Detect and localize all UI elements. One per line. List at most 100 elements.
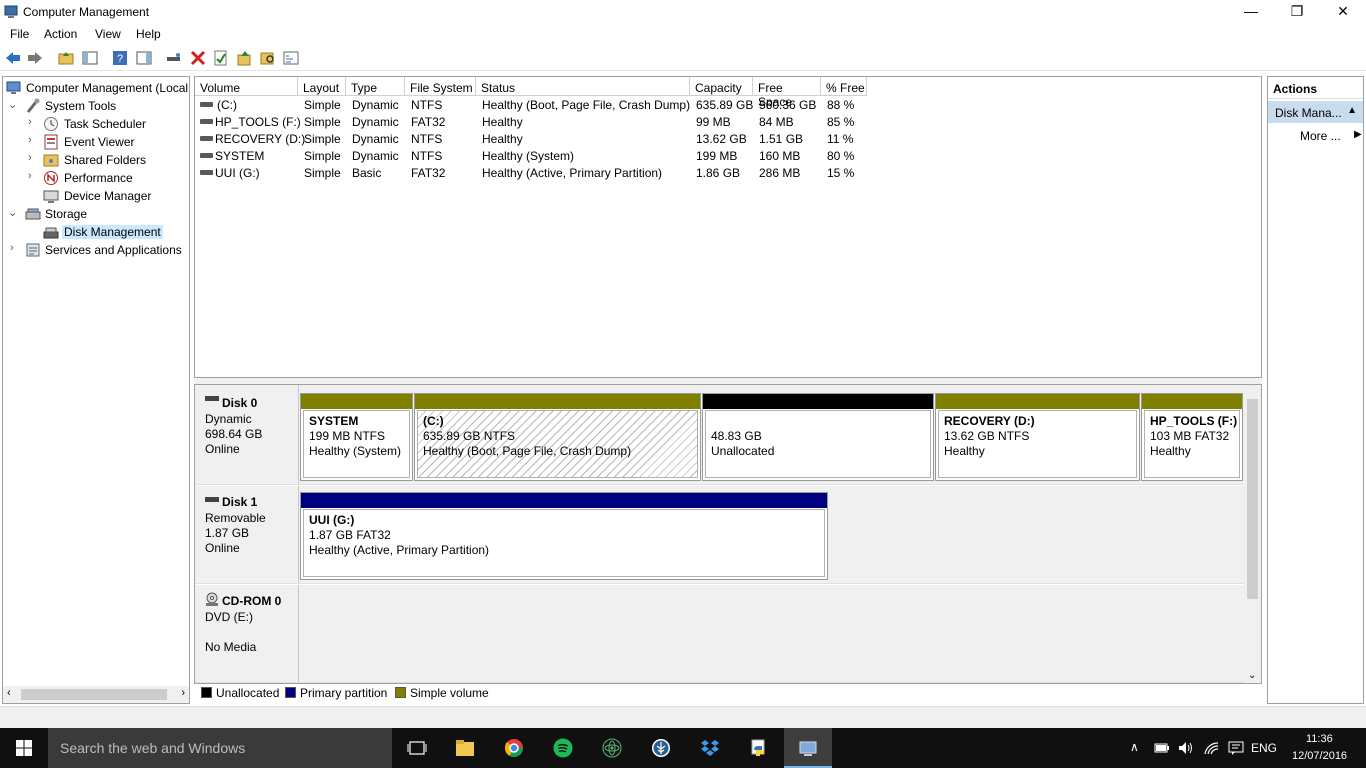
taskbar-chrome[interactable]	[490, 728, 538, 768]
cell-volume: HP_TOOLS (F:)	[215, 115, 301, 129]
menu-action[interactable]: Action	[44, 27, 77, 41]
actions-section-disk-management[interactable]: Disk Mana... ▲	[1268, 101, 1363, 123]
tree-horizontal-scrollbar[interactable]: ‹ ›	[3, 686, 189, 703]
message-icon[interactable]	[1228, 741, 1244, 755]
partition-name: SYSTEM	[309, 414, 359, 428]
tree-item-system-tools[interactable]: ⌄ System Tools	[3, 97, 189, 115]
column-header-file-system[interactable]: File System	[405, 77, 476, 96]
taskbar-dropbox[interactable]	[686, 728, 734, 768]
properties-icon[interactable]	[213, 50, 229, 66]
taskbar-python[interactable]	[735, 728, 783, 768]
menu-bar: File Action View Help	[0, 24, 1366, 44]
partition-recovery[interactable]: RECOVERY (D:) 13.62 GB NTFS Healthy	[935, 393, 1140, 481]
cell-percent-free: 11 %	[827, 132, 854, 146]
search-folder-icon[interactable]	[260, 50, 276, 66]
delete-icon[interactable]	[190, 50, 206, 66]
chevron-right-icon[interactable]: ›	[10, 242, 14, 254]
wifi-icon[interactable]	[1203, 741, 1219, 755]
tree-item-task-scheduler[interactable]: › Task Scheduler	[3, 115, 189, 133]
chevron-right-icon[interactable]: ›	[28, 152, 32, 164]
column-header-type[interactable]: Type	[346, 77, 405, 96]
cell-capacity: 199 MB	[696, 149, 738, 163]
chevron-down-icon[interactable]: ⌄	[8, 98, 17, 111]
chevron-right-icon[interactable]: ›	[28, 170, 32, 182]
menu-view[interactable]: View	[95, 27, 121, 41]
task-view-button[interactable]	[392, 728, 440, 768]
battery-icon[interactable]	[1154, 742, 1170, 754]
chevron-down-icon[interactable]: ⌄	[8, 206, 17, 219]
taskbar-computer-management[interactable]	[784, 728, 832, 768]
scroll-left-icon[interactable]: ‹	[7, 687, 11, 699]
tray-chevron-up-icon[interactable]: ∧	[1130, 740, 1139, 754]
disk-info[interactable]: Disk 1 Removable 1.87 GB Online	[195, 486, 299, 583]
column-header-volume[interactable]: Volume	[195, 77, 298, 96]
column-header-free-space[interactable]: Free Space	[753, 77, 821, 109]
close-button[interactable]: ✕	[1320, 0, 1366, 24]
clock-time[interactable]: 11:36	[1306, 733, 1333, 745]
chevron-right-icon[interactable]: ›	[28, 116, 32, 128]
language-indicator[interactable]: ENG	[1251, 741, 1277, 755]
disk-row: Disk 1 Removable 1.87 GB Online UUI (G:)…	[195, 486, 1245, 584]
start-button[interactable]	[0, 728, 48, 768]
minimize-button[interactable]: —	[1228, 0, 1274, 24]
collapse-arrow-icon[interactable]: ▲	[1347, 105, 1357, 116]
up-folder-icon[interactable]	[58, 50, 74, 66]
partition-hp-tools[interactable]: HP_TOOLS (F:) 103 MB FAT32 Healthy	[1141, 393, 1243, 481]
cell-free-space: 84 MB	[759, 115, 794, 129]
tree-item-shared-folders[interactable]: › Shared Folders	[3, 151, 189, 169]
tree-item-computer-management[interactable]: Computer Management (Local	[3, 79, 189, 97]
tree-item-performance[interactable]: › Performance	[3, 169, 189, 187]
column-header-capacity[interactable]: Capacity	[690, 77, 753, 96]
tree-label: Device Manager	[64, 189, 152, 203]
disk-info[interactable]: CD-ROM 0 DVD (E:) No Media	[195, 585, 299, 682]
primary-partition-bar	[301, 493, 827, 508]
tree-label: Performance	[64, 171, 133, 185]
back-arrow-icon[interactable]	[5, 50, 21, 66]
export-list-icon[interactable]	[237, 50, 253, 66]
disk-name: CD-ROM 0	[222, 594, 282, 608]
partition-c[interactable]: (C:) 635.89 GB NTFS Healthy (Boot, Page …	[414, 393, 701, 481]
tree-item-device-manager[interactable]: Device Manager	[3, 187, 189, 205]
taskbar-spotify[interactable]	[539, 728, 587, 768]
scrollbar-thumb[interactable]	[1247, 399, 1258, 599]
tree-item-event-viewer[interactable]: › Event Viewer	[3, 133, 189, 151]
scrollbar-thumb[interactable]	[21, 689, 167, 700]
restore-button[interactable]: ❐	[1274, 0, 1320, 24]
menu-file[interactable]: File	[10, 27, 29, 41]
column-header-layout[interactable]: Layout	[298, 77, 346, 96]
volume-icon[interactable]	[1178, 741, 1194, 755]
column-header-percent-free[interactable]: % Free	[821, 77, 867, 96]
show-hide-tree-icon[interactable]	[82, 50, 98, 66]
cell-layout: Simple	[304, 115, 341, 129]
scroll-up-icon[interactable]: ⌃	[1248, 385, 1256, 393]
partition-uui[interactable]: UUI (G:) 1.87 GB FAT32 Healthy (Active, …	[300, 492, 828, 580]
tree-item-services-and-applications[interactable]: › Services and Applications	[3, 241, 189, 259]
status-bar	[0, 706, 1366, 728]
cell-volume: RECOVERY (D:)	[215, 132, 306, 146]
cell-status: Healthy (Boot, Page File, Crash Dump)	[482, 98, 691, 112]
clock-date[interactable]: 12/07/2016	[1292, 750, 1347, 762]
drive-icon	[200, 153, 213, 158]
taskbar-file-explorer[interactable]	[441, 728, 489, 768]
menu-help[interactable]: Help	[136, 27, 161, 41]
partition-unallocated[interactable]: 48.83 GB Unallocated	[702, 393, 934, 481]
console-icon[interactable]	[283, 50, 299, 66]
disk-info[interactable]: Disk 0 Dynamic 698.64 GB Online	[195, 385, 299, 484]
tree-item-disk-management[interactable]: Disk Management	[3, 223, 189, 241]
partition-status: Healthy (Active, Primary Partition)	[309, 543, 490, 557]
show-hide-action-pane-icon[interactable]	[136, 50, 152, 66]
more-actions-link[interactable]: More ... ▶	[1300, 129, 1362, 143]
scroll-right-icon[interactable]: ›	[181, 687, 185, 699]
forward-arrow-icon[interactable]	[27, 50, 43, 66]
scroll-down-icon[interactable]: ⌄	[1248, 670, 1256, 681]
taskbar-atom[interactable]	[588, 728, 636, 768]
tree-item-storage[interactable]: ⌄ Storage	[3, 205, 189, 223]
column-header-status[interactable]: Status	[476, 77, 690, 96]
help-icon[interactable]: ?	[112, 50, 128, 66]
partition-system[interactable]: SYSTEM 199 MB NTFS Healthy (System)	[300, 393, 413, 481]
chevron-right-icon[interactable]: ›	[28, 134, 32, 146]
connect-drive-icon[interactable]	[166, 50, 182, 66]
graph-vertical-scrollbar[interactable]: ⌃ ⌄	[1244, 385, 1261, 683]
taskbar-search-box[interactable]: Search the web and Windows	[48, 728, 392, 768]
taskbar-app-tree[interactable]	[637, 728, 685, 768]
